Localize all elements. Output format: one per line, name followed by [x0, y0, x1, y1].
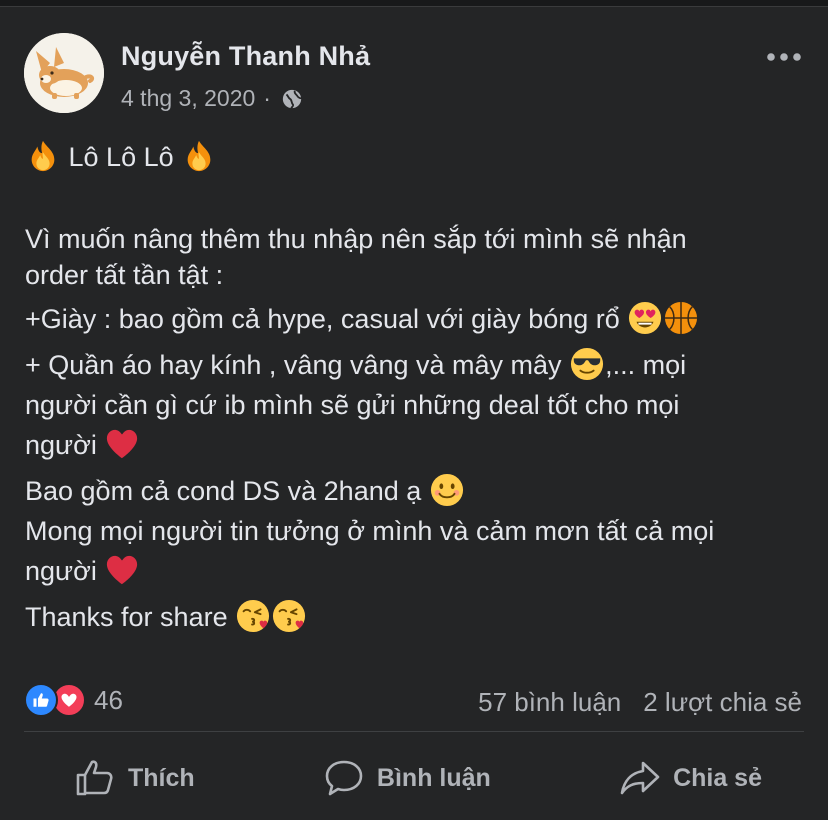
post-text: Lô Lô Lô — [68, 142, 174, 172]
reactions-summary[interactable]: 46 — [24, 683, 123, 717]
kissing-heart-emoji-icon — [272, 599, 306, 633]
post-body: Lô Lô Lô Vì muốn nâng thêm thu nhập nên … — [25, 135, 795, 639]
fire-emoji-icon — [26, 139, 60, 173]
avatar[interactable] — [24, 33, 104, 113]
post-header: Nguyễn Thanh Nhả 4 thg 3, 2020 · — [24, 33, 804, 115]
post-text: Bao gồm cả cond DS và 2hand ạ — [25, 476, 422, 506]
post-line: người — [25, 423, 795, 467]
author-name[interactable]: Nguyễn Thanh Nhả — [121, 41, 370, 72]
post-line: Thanks for share — [25, 595, 795, 639]
thumbs-up-icon — [76, 760, 113, 796]
smiling-face-emoji-icon — [430, 473, 464, 507]
post-text: Thanks for share — [25, 602, 228, 632]
red-heart-emoji-icon — [105, 427, 139, 461]
post-line: +Giày : bao gồm cả hype, casual với giày… — [25, 297, 795, 341]
action-bar: Thích Bình luận Chia sẻ — [24, 749, 804, 807]
post-card: Nguyễn Thanh Nhả 4 thg 3, 2020 · Lô Lô L… — [0, 6, 828, 820]
like-label: Thích — [128, 763, 195, 792]
share-arrow-icon — [620, 761, 660, 795]
fire-emoji-icon — [182, 139, 216, 173]
post-line: Lô Lô Lô — [25, 135, 795, 179]
meta-separator: · — [263, 85, 271, 111]
like-button[interactable]: Thích — [74, 751, 195, 805]
post-line: người — [25, 549, 795, 593]
share-label: Chia sẻ — [673, 763, 762, 792]
kissing-heart-emoji-icon — [236, 599, 270, 633]
comment-bubble-icon — [325, 760, 363, 796]
comments-count-link[interactable]: 57 bình luận — [478, 687, 621, 718]
comment-button[interactable]: Bình luận — [323, 751, 491, 805]
more-options-button[interactable] — [764, 37, 804, 77]
globe-icon[interactable] — [281, 88, 303, 110]
post-line: người cần gì cứ ib mình sẽ gửi những dea… — [25, 390, 680, 420]
red-heart-emoji-icon — [105, 553, 139, 587]
post-text: người — [25, 556, 97, 586]
post-line: + Quần áo hay kính , vâng vâng và mây mâ… — [25, 343, 795, 387]
post-text: ,... mọi — [605, 350, 687, 380]
sunglasses-emoji-icon — [570, 347, 604, 381]
post-stats: 46 57 bình luận 2 lượt chia sẻ — [24, 679, 804, 721]
shares-count-link[interactable]: 2 lượt chia sẻ — [643, 687, 802, 718]
post-line: Vì muốn nâng thêm thu nhập nên sắp tới m… — [25, 224, 687, 254]
post-text: + Quần áo hay kính , vâng vâng và mây mâ… — [25, 350, 562, 380]
reaction-count: 46 — [94, 684, 123, 715]
comment-label: Bình luận — [376, 763, 491, 792]
post-line: order tất tần tật : — [25, 260, 224, 290]
post-meta: 4 thg 3, 2020 · — [121, 85, 303, 112]
like-icon — [24, 683, 58, 717]
post-line: Mong mọi người tin tưởng ở mình và cảm m… — [25, 516, 715, 546]
share-button[interactable]: Chia sẻ — [619, 751, 762, 805]
more-dots-icon — [767, 53, 801, 61]
corgi-avatar-image — [24, 33, 104, 113]
divider — [24, 731, 804, 732]
post-text: +Giày : bao gồm cả hype, casual với giày… — [25, 304, 620, 334]
post-date[interactable]: 4 thg 3, 2020 — [121, 85, 255, 112]
post-text: người — [25, 430, 97, 460]
basketball-emoji-icon — [664, 301, 698, 335]
post-line: Bao gồm cả cond DS và 2hand ạ — [25, 469, 795, 513]
heart-eyes-emoji-icon — [628, 301, 662, 335]
